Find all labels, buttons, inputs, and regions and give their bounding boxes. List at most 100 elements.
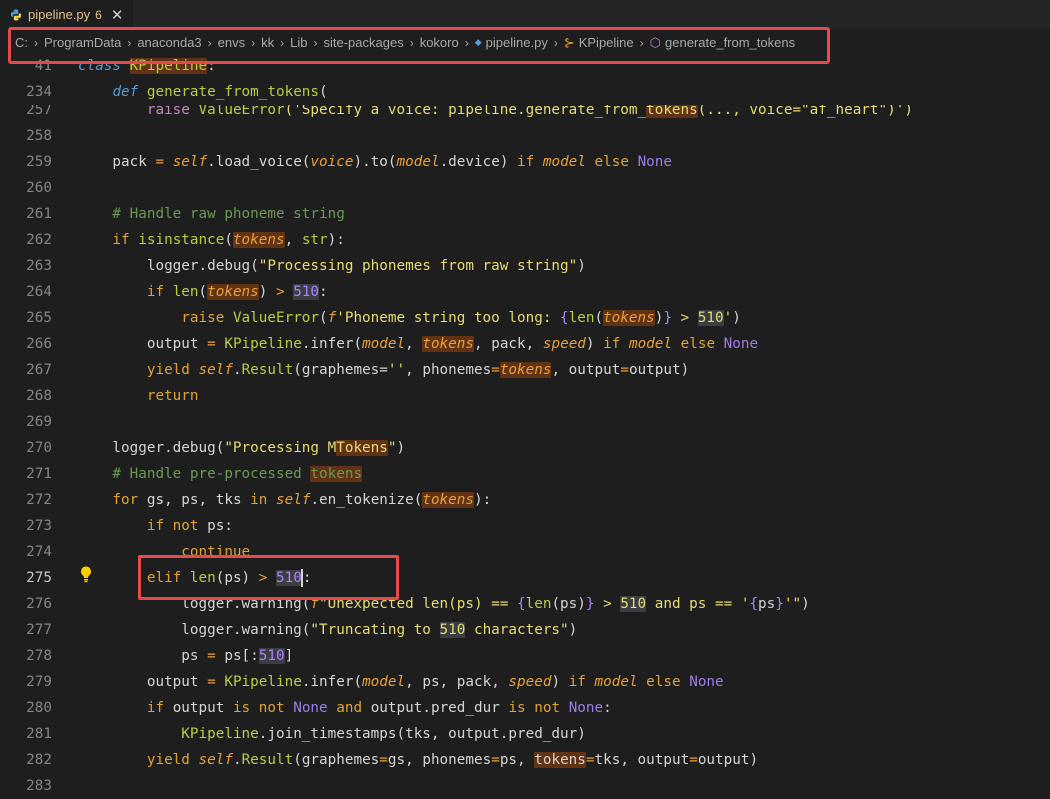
code-token: model bbox=[362, 674, 406, 690]
lightbulb-icon[interactable] bbox=[79, 565, 93, 583]
code-token: ] bbox=[284, 648, 294, 664]
code-line[interactable]: 261 # Handle raw phoneme string bbox=[0, 201, 1050, 227]
code-token: 510 bbox=[276, 570, 302, 586]
code-line[interactable]: 265 raise ValueError(f'Phoneme string to… bbox=[0, 305, 1050, 331]
breadcrumb-item[interactable]: pipeline.py bbox=[486, 35, 548, 50]
tab-pipeline-py[interactable]: pipeline.py 6 ✕ bbox=[0, 0, 133, 29]
code-line[interactable]: 41 class KPipeline: bbox=[0, 53, 1050, 79]
code-token: , phonemes bbox=[405, 362, 492, 378]
code-line[interactable]: 279 output = KPipeline.infer(model, ps, … bbox=[0, 669, 1050, 695]
breadcrumb-item[interactable]: ProgramData bbox=[44, 35, 121, 50]
code-text: yield self.Result(graphemes='', phonemes… bbox=[78, 357, 689, 383]
line-number: 280 bbox=[26, 700, 52, 716]
class-symbol-icon: ⊱ bbox=[563, 34, 575, 50]
breadcrumb-item[interactable]: Lib bbox=[290, 35, 307, 50]
code-line[interactable]: 278 ps = ps[:510] bbox=[0, 643, 1050, 669]
code-line[interactable]: 260 bbox=[0, 175, 1050, 201]
code-line[interactable]: 283 bbox=[0, 773, 1050, 799]
code-token: = bbox=[207, 336, 225, 352]
code-line[interactable]: 263 logger.debug("Processing phonemes fr… bbox=[0, 253, 1050, 279]
code-token: None bbox=[689, 674, 724, 690]
code-line[interactable]: 270 logger.debug("Processing MTokens") bbox=[0, 435, 1050, 461]
line-number: 261 bbox=[26, 206, 52, 222]
code-token: len bbox=[568, 310, 595, 326]
code-text: continue bbox=[78, 539, 250, 565]
chevron-right-icon: › bbox=[639, 35, 644, 50]
code-line[interactable]: 274 continue bbox=[0, 539, 1050, 565]
code-line[interactable]: 266 output = KPipeline.infer(model, toke… bbox=[0, 331, 1050, 357]
code-line[interactable]: 258 bbox=[0, 123, 1050, 149]
code-line[interactable]: 267 yield self.Result(graphemes='', phon… bbox=[0, 357, 1050, 383]
line-number: 264 bbox=[26, 284, 52, 300]
code-token: ValueError bbox=[232, 310, 320, 326]
code-token: if not bbox=[78, 518, 208, 534]
code-token: , output bbox=[551, 362, 621, 378]
breadcrumb-item[interactable]: kokoro bbox=[420, 35, 459, 50]
code-line[interactable]: 273 if not ps: bbox=[0, 513, 1050, 539]
code-text: pack = self.load_voice(voice).to(model.d… bbox=[78, 149, 672, 175]
chevron-right-icon: › bbox=[553, 35, 558, 50]
line-number: 258 bbox=[26, 128, 52, 144]
code-token: : bbox=[603, 700, 612, 716]
code-token: 510 bbox=[439, 622, 466, 638]
code-token: .join_timestamps(tks, output.pred_dur) bbox=[258, 726, 586, 742]
code-line[interactable]: 281 KPipeline.join_timestamps(tks, outpu… bbox=[0, 721, 1050, 747]
code-token: tokens bbox=[310, 466, 363, 482]
breadcrumb-item[interactable]: anaconda3 bbox=[137, 35, 201, 50]
code-token: Tokens bbox=[336, 440, 388, 456]
code-token: (graphemes bbox=[293, 752, 380, 768]
code-line[interactable]: 276 logger.warning(f"Unexpected len(ps) … bbox=[0, 591, 1050, 617]
code-token: if bbox=[78, 284, 173, 300]
code-line[interactable]: 268 return bbox=[0, 383, 1050, 409]
code-token: output) bbox=[697, 752, 759, 768]
code-token: ( bbox=[198, 284, 208, 300]
code-line[interactable]: 269 bbox=[0, 409, 1050, 435]
code-token: if bbox=[78, 700, 173, 716]
breadcrumb-item[interactable]: site-packages bbox=[323, 35, 403, 50]
code-line[interactable]: 259 pack = self.load_voice(voice).to(mod… bbox=[0, 149, 1050, 175]
code-text: logger.warning("Truncating to 510 charac… bbox=[78, 617, 577, 643]
code-token: , ps, pack, bbox=[405, 674, 509, 690]
chevron-right-icon: › bbox=[127, 35, 132, 50]
code-token: , bbox=[284, 232, 302, 248]
code-token: raise bbox=[78, 310, 233, 326]
code-line[interactable]: 275 elif len(ps) > 510: bbox=[0, 565, 1050, 591]
breadcrumb-item[interactable]: kk bbox=[261, 35, 274, 50]
code-line[interactable]: 271 # Handle pre-processed tokens bbox=[0, 461, 1050, 487]
code-token: and bbox=[336, 700, 371, 716]
code-token: > bbox=[594, 596, 621, 612]
breadcrumb-item[interactable]: KPipeline bbox=[579, 35, 634, 50]
code-token: model bbox=[396, 154, 440, 170]
code-text: output = KPipeline.infer(model, tokens, … bbox=[78, 331, 758, 357]
chevron-right-icon: › bbox=[207, 35, 212, 50]
line-number: 274 bbox=[26, 544, 52, 560]
line-number: 41 bbox=[34, 58, 52, 74]
code-token: ( bbox=[319, 84, 328, 100]
close-icon[interactable]: ✕ bbox=[111, 6, 124, 24]
code-line[interactable]: 280 if output is not None and output.pre… bbox=[0, 695, 1050, 721]
breadcrumb-item[interactable]: envs bbox=[218, 35, 245, 50]
breadcrumb-item[interactable]: C: bbox=[15, 35, 28, 50]
code-line[interactable]: 264 if len(tokens) > 510: bbox=[0, 279, 1050, 305]
line-number: 275 bbox=[26, 570, 52, 586]
code-token: generate_from_tokens bbox=[146, 84, 320, 100]
code-token: tokens bbox=[534, 752, 586, 768]
chevron-right-icon: › bbox=[313, 35, 318, 50]
code-line[interactable]: 262 if isinstance(tokens, str): bbox=[0, 227, 1050, 253]
code-token: 510 bbox=[620, 596, 647, 612]
breadcrumb-item[interactable]: generate_from_tokens bbox=[665, 35, 795, 50]
code-line[interactable]: 272 for gs, ps, tks in self.en_tokenize(… bbox=[0, 487, 1050, 513]
code-line[interactable]: 234 def generate_from_tokens( bbox=[0, 79, 1050, 105]
code-token: . bbox=[232, 752, 242, 768]
code-token: logger.debug( bbox=[78, 440, 225, 456]
code-token: None bbox=[723, 336, 759, 352]
code-token: { bbox=[560, 310, 569, 326]
code-line[interactable]: 282 yield self.Result(graphemes=gs, phon… bbox=[0, 747, 1050, 773]
code-token: "Unexpected len(ps) == bbox=[319, 596, 517, 612]
code-line[interactable]: 277 logger.warning("Truncating to 510 ch… bbox=[0, 617, 1050, 643]
code-editor[interactable]: 257 raise ValueError('Specify a voice: p… bbox=[0, 0, 1050, 798]
code-token: = bbox=[207, 648, 225, 664]
code-token: = bbox=[207, 674, 225, 690]
code-text: for gs, ps, tks in self.en_tokenize(toke… bbox=[78, 487, 491, 513]
code-token: ps bbox=[78, 648, 208, 664]
